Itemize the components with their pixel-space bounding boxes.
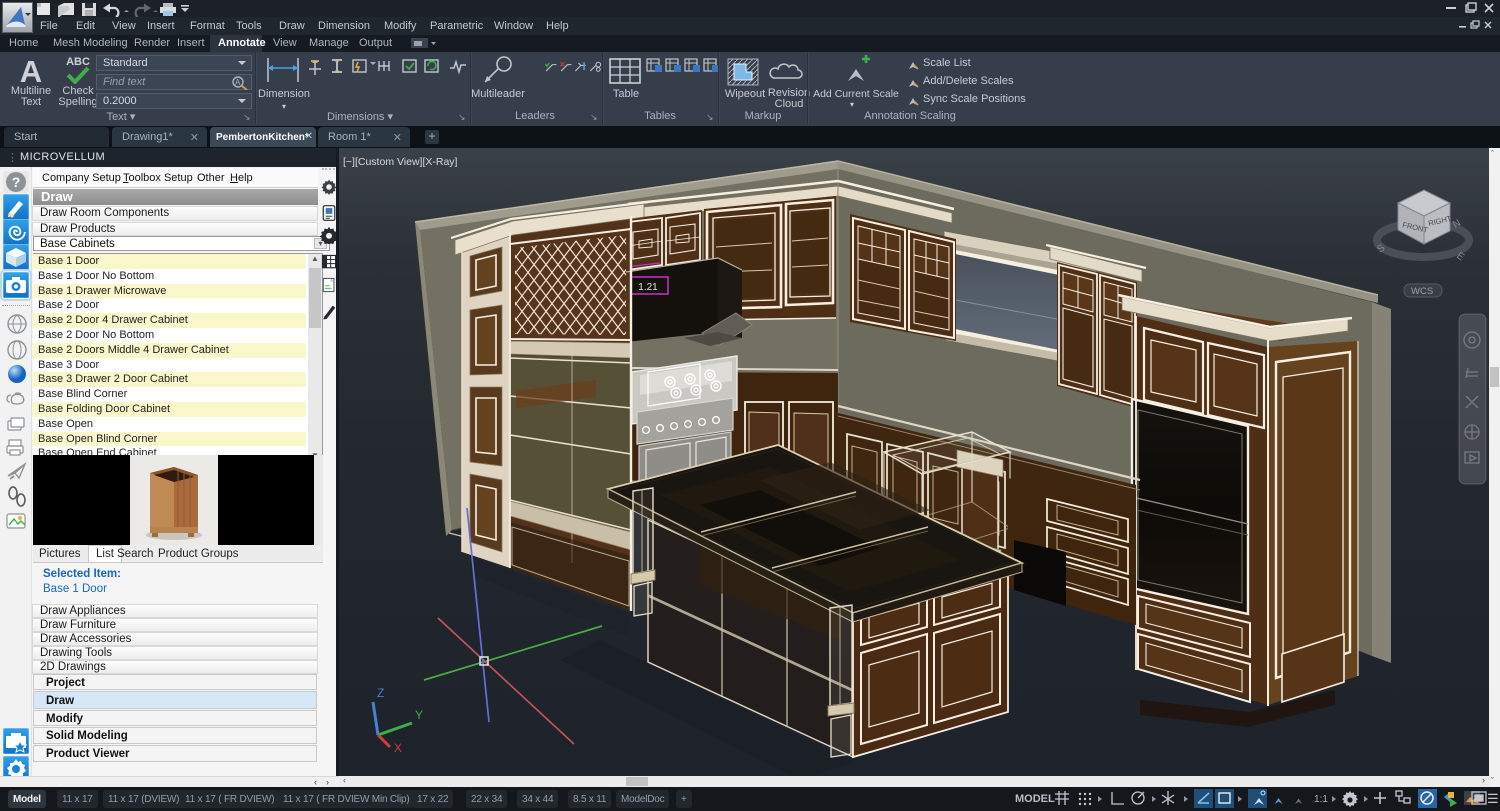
svg-text:Z: Z — [377, 686, 384, 700]
svg-text:A: A — [235, 78, 241, 87]
svg-text:Y: Y — [415, 708, 423, 722]
svg-text:1.21: 1.21 — [638, 282, 658, 293]
svg-text:1:1: 1:1 — [1314, 794, 1328, 805]
svg-text:[−][Custom View][X-Ray]: [−][Custom View][X-Ray] — [343, 156, 458, 168]
svg-text:X: X — [394, 741, 402, 755]
svg-text:WCS: WCS — [1411, 286, 1433, 297]
